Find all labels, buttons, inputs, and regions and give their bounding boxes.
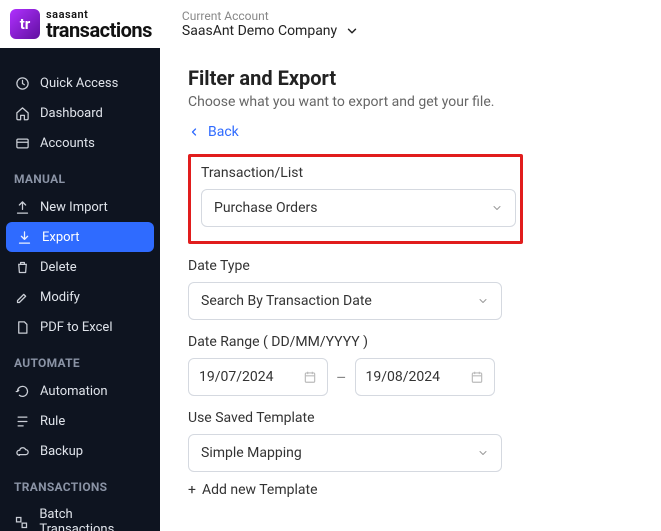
transaction-list-select[interactable]: Purchase Orders [201,189,516,227]
home-icon [14,105,30,121]
sidebar-item-automation[interactable]: Automation [0,376,160,406]
date-to-value: 19/08/2024 [366,369,441,385]
sidebar-item-label: Accounts [40,136,95,151]
date-type-select[interactable]: Search By Transaction Date [188,282,502,320]
transaction-list-label: Transaction/List [201,165,510,181]
sidebar-item-batch-transactions[interactable]: Batch Transactions [0,500,160,531]
sidebar: Quick Access Dashboard Accounts MANUAL N… [0,48,160,531]
sidebar-item-label: New Import [40,200,108,215]
edit-icon [14,289,30,305]
sidebar-item-label: Rule [40,414,65,429]
calendar-icon [303,370,317,384]
chevron-down-icon [477,447,489,459]
clock-icon [14,75,30,91]
topbar: tr saasant transactions Current Account … [0,0,661,48]
select-value: Search By Transaction Date [201,293,372,309]
trash-icon [14,259,30,275]
sidebar-item-label: Batch Transactions [39,507,146,531]
sidebar-item-pdf-to-excel[interactable]: PDF to Excel [0,312,160,342]
sidebar-item-export[interactable]: Export [6,222,154,252]
saved-template-label: Use Saved Template [188,410,633,426]
chevron-down-icon [491,202,503,214]
sidebar-item-label: PDF to Excel [40,320,112,335]
sidebar-item-dashboard[interactable]: Dashboard [0,98,160,128]
sidebar-section-manual: MANUAL [0,158,160,192]
account-switcher[interactable]: Current Account SaasAnt Demo Company [182,9,359,39]
select-value: Simple Mapping [201,445,302,461]
add-template-link[interactable]: + Add new Template [188,482,633,498]
saved-template-select[interactable]: Simple Mapping [188,434,502,472]
automation-icon [14,383,30,399]
sidebar-item-modify[interactable]: Modify [0,282,160,312]
sidebar-item-label: Dashboard [40,106,103,121]
content-area: Filter and Export Choose what you want t… [160,48,661,531]
file-icon [14,319,30,335]
sidebar-item-label: Delete [40,260,77,275]
sidebar-item-delete[interactable]: Delete [0,252,160,282]
chevron-down-icon [345,24,359,38]
page-subtitle: Choose what you want to export and get y… [188,94,633,110]
date-range-label: Date Range ( DD/MM/YYYY ) [188,334,633,350]
brand-logo: tr [10,9,40,39]
date-to-input[interactable]: 19/08/2024 [355,358,495,396]
brand-line2: transactions [46,20,152,40]
chevron-down-icon [477,295,489,307]
upload-icon [14,199,30,215]
page-title: Filter and Export [188,66,633,90]
batch-icon [14,514,29,530]
date-type-label: Date Type [188,258,633,274]
sidebar-item-label: Quick Access [40,76,118,91]
account-name: SaasAnt Demo Company [182,23,337,39]
sidebar-item-new-import[interactable]: New Import [0,192,160,222]
sidebar-item-backup[interactable]: Backup [0,436,160,466]
sidebar-item-label: Modify [40,290,80,305]
sidebar-item-quick-access[interactable]: Quick Access [0,68,160,98]
add-template-text: Add new Template [202,482,318,498]
select-value: Purchase Orders [214,200,317,216]
account-label: Current Account [182,9,359,23]
back-link[interactable]: Back [188,124,633,140]
highlighted-field-group: Transaction/List Purchase Orders [188,154,523,244]
calendar-icon [470,370,484,384]
sidebar-item-rule[interactable]: Rule [0,406,160,436]
sidebar-item-label: Backup [40,444,83,459]
sidebar-item-accounts[interactable]: Accounts [0,128,160,158]
sidebar-section-transactions: TRANSACTIONS [0,466,160,500]
sidebar-item-label: Export [42,230,80,245]
date-from-input[interactable]: 19/07/2024 [188,358,328,396]
accounts-icon [14,135,30,151]
rule-icon [14,413,30,429]
date-from-value: 19/07/2024 [199,369,274,385]
plus-icon: + [188,482,196,498]
sidebar-item-label: Automation [40,384,108,399]
chevron-left-icon [188,126,200,138]
brand-text: saasant transactions [46,9,152,40]
date-range-separator: – [336,368,347,387]
download-icon [16,229,32,245]
sidebar-section-automate: AUTOMATE [0,342,160,376]
cloud-icon [14,443,30,459]
back-text: Back [208,124,239,140]
